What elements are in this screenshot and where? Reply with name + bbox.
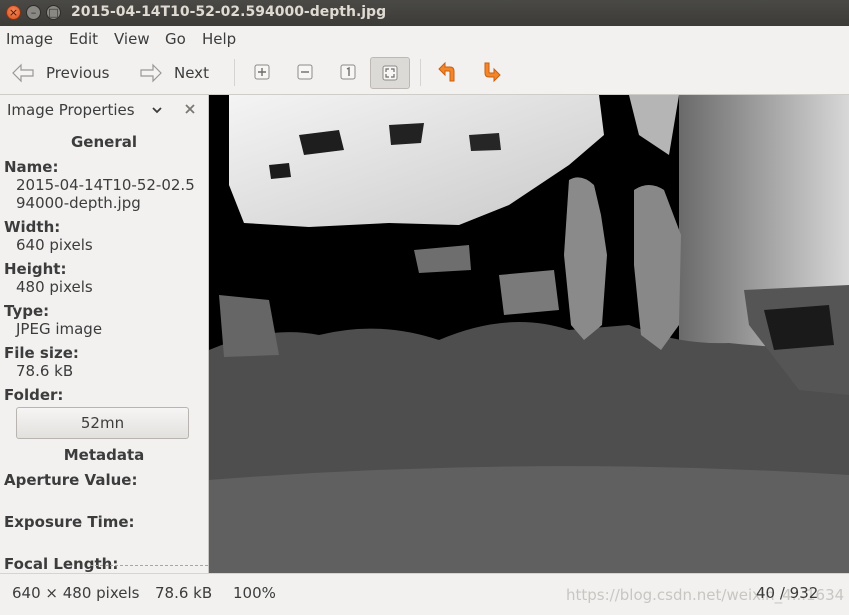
next-button[interactable]: Next [138,58,209,88]
width-value: 640 pixels [16,236,93,254]
sidebar-divider [90,565,208,566]
height-label: Height: [4,260,67,278]
section-general: General [71,133,137,151]
zoom-in-icon [254,64,270,80]
menu-help[interactable]: Help [202,30,236,48]
type-label: Type: [4,302,50,320]
toolbar: Previous Next [0,51,849,95]
status-bar: 640 × 480 pixels 78.6 kB 100% https://bl… [0,573,849,615]
status-position: 40 / 932 [756,584,819,602]
type-value: JPEG image [16,320,103,338]
next-label: Next [174,64,209,82]
menu-image[interactable]: Image [6,30,53,48]
previous-button[interactable]: Previous [10,58,109,88]
zoom-out-button[interactable] [291,58,319,86]
depth-image [209,95,849,573]
name-value-line1: 2015-04-14T10-52-02.5 [16,176,195,194]
window-minimize-button[interactable]: – [26,5,41,20]
height-value: 480 pixels [16,278,93,296]
name-value-line2: 94000-depth.jpg [16,194,141,212]
rotate-right-icon [484,62,501,83]
rotate-right-button[interactable] [477,58,505,86]
sidebar-header: Image Properties [0,95,208,125]
exposure-label: Exposure Time: [4,513,135,531]
close-icon[interactable] [184,103,196,115]
best-fit-icon [382,65,398,81]
menu-bar: Image Edit View Go Help [0,26,849,52]
focal-length-label: Focal Length: [4,555,119,573]
normal-size-icon [340,64,356,80]
zoom-in-button[interactable] [248,58,276,86]
image-properties-sidebar: Image Properties General Name: 2015-04-1… [0,95,209,573]
chevron-down-icon[interactable] [150,103,164,117]
menu-go[interactable]: Go [165,30,186,48]
sidebar-title: Image Properties [7,101,135,119]
filesize-label: File size: [4,344,79,362]
normal-size-button[interactable] [334,58,362,86]
filesize-value: 78.6 kB [16,362,74,380]
title-bar: × – □ 2015-04-14T10-52-02.594000-depth.j… [0,0,849,26]
status-zoom: 100% [233,584,276,602]
rotate-left-icon [438,61,455,82]
menu-view[interactable]: View [114,30,150,48]
aperture-label: Aperture Value: [4,471,138,489]
arrow-right-icon [140,63,162,83]
zoom-out-icon [297,64,313,80]
folder-button[interactable]: 52mn [16,407,189,439]
folder-label: Folder: [4,386,64,404]
menu-edit[interactable]: Edit [69,30,98,48]
name-label: Name: [4,158,59,176]
status-filesize: 78.6 kB [155,584,213,602]
best-fit-button[interactable] [370,57,410,89]
window-title: 2015-04-14T10-52-02.594000-depth.jpg [71,4,387,20]
status-dimensions: 640 × 480 pixels [12,584,140,602]
toolbar-separator [420,59,421,86]
section-metadata: Metadata [63,446,145,464]
rotate-left-button[interactable] [434,58,462,86]
image-viewer[interactable] [209,95,849,573]
toolbar-separator [234,59,235,86]
arrow-left-icon [12,63,34,83]
window-close-button[interactable]: × [6,5,21,20]
window-maximize-button[interactable]: □ [46,5,61,20]
previous-label: Previous [46,64,110,82]
width-label: Width: [4,218,61,236]
